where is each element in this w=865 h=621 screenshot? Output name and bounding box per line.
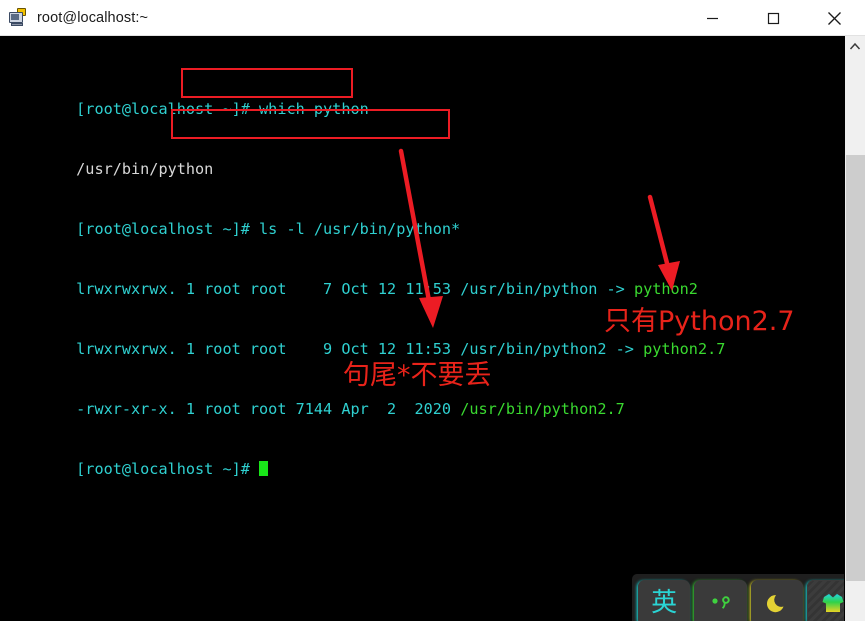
terminal-scrollbar[interactable] (844, 36, 865, 621)
symlink-arrow: -> (597, 280, 634, 298)
putty-terminal-window: root@localhost:~ [root@localhost ~]# whi… (0, 0, 865, 621)
window-controls (682, 0, 865, 36)
ime-toolbar[interactable]: 英 (632, 574, 865, 621)
ime-language-glyph: 英 (651, 587, 678, 618)
shell-prompt: [root@localhost ~]# (76, 220, 250, 238)
terminal-cursor (259, 461, 269, 476)
terminal-output: [root@localhost ~]# which python /usr/bi… (3, 39, 725, 499)
punctuation-icon (712, 595, 731, 609)
terminal-line: [root@localhost ~]# ls -l /usr/bin/pytho… (3, 199, 725, 238)
moon-icon (766, 594, 784, 612)
ime-language-mode-key[interactable]: 英 (638, 579, 691, 621)
executable-path: /usr/bin/python2.7 (460, 400, 625, 418)
minimize-button[interactable] (682, 0, 743, 36)
title-bar: root@localhost:~ (0, 0, 865, 36)
minimize-icon (707, 17, 718, 19)
window-title: root@localhost:~ (37, 9, 149, 26)
maximize-icon (767, 12, 780, 24)
tail-star-annotation-label: 句尾*不要丢 (343, 360, 492, 391)
shirt-icon (822, 593, 844, 612)
terminal-screen[interactable]: [root@localhost ~]# which python /usr/bi… (0, 36, 865, 621)
symlink-target: python2.7 (643, 340, 726, 358)
terminal-line: /usr/bin/python (3, 139, 725, 178)
terminal-line: [root@localhost ~]# which python (3, 79, 725, 118)
scroll-up-icon (849, 42, 861, 50)
file-permissions: -rwxr-xr-x. 1 root root 7144 Apr 2 2020 (76, 400, 461, 418)
close-icon (828, 11, 841, 25)
command-text: ls -l /usr/bin/python* (249, 220, 461, 238)
symlink-target: python2 (633, 280, 698, 298)
ime-punctuation-mode-key[interactable] (694, 579, 747, 621)
scroll-up-button[interactable] (845, 36, 865, 56)
command-output: /usr/bin/python (76, 160, 214, 178)
file-path: /usr/bin/python (460, 280, 598, 298)
shell-prompt: [root@localhost ~]# (76, 460, 250, 478)
symlink-arrow: -> (606, 340, 644, 358)
close-button[interactable] (804, 0, 865, 36)
only-python-annotation-label: 只有Python2.7 (604, 306, 795, 337)
ime-night-mode-key[interactable] (750, 579, 803, 621)
terminal-line: [root@localhost ~]# (3, 439, 725, 478)
maximize-button[interactable] (743, 0, 804, 36)
scrollbar-thumb[interactable] (846, 155, 865, 581)
terminal-line: lrwxrwxrwx. 1 root root 7 Oct 12 11:53 /… (3, 259, 725, 298)
putty-computer-icon (8, 7, 30, 29)
shell-prompt: [root@localhost ~]# (76, 100, 250, 118)
file-permissions: lrwxrwxrwx. 1 root root 7 Oct 12 11:53 (76, 280, 461, 298)
command-text: which python (249, 100, 369, 118)
